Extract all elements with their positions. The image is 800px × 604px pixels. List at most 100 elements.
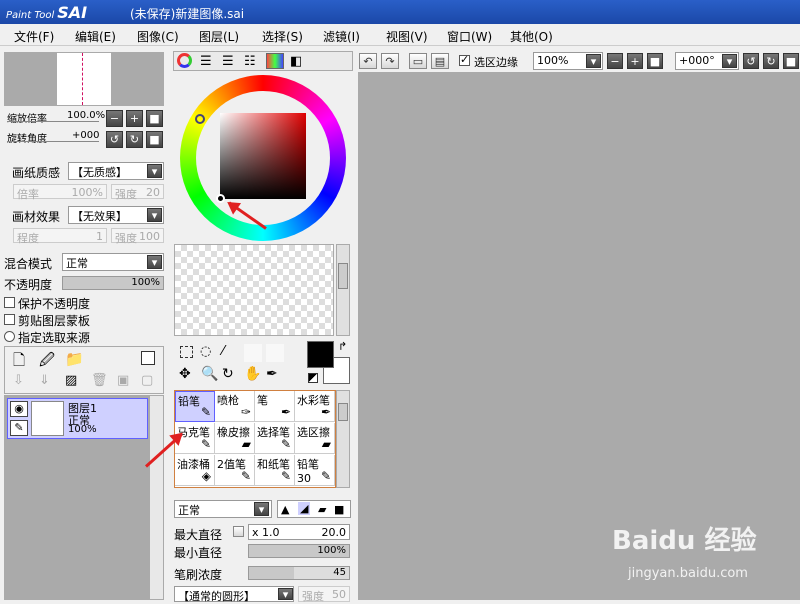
- scratchpad-tab-icon[interactable]: ◧: [290, 54, 302, 69]
- navigator-preview[interactable]: [4, 52, 164, 106]
- brush-edge-selector[interactable]: ▲ ◢ ▰ ■: [277, 500, 351, 518]
- selection-edge-checkbox[interactable]: ✓: [459, 53, 470, 66]
- eyedropper-icon[interactable]: ✒: [266, 366, 278, 382]
- zoom-rate-slider[interactable]: [7, 121, 99, 122]
- tool-select-pen[interactable]: 选择笔 ✎: [255, 423, 295, 454]
- hue-picker-handle[interactable]: [195, 114, 205, 124]
- nav-zoom-out-button[interactable]: −: [106, 110, 123, 127]
- scrollbar-thumb[interactable]: [338, 263, 348, 289]
- max-diameter-field[interactable]: x 1.0 20.0: [248, 524, 350, 540]
- tool-brush[interactable]: 笔 ✒: [255, 391, 295, 422]
- zoom-reset-button[interactable]: ■: [647, 53, 663, 69]
- color-wheel-tab-icon[interactable]: [177, 53, 192, 68]
- foreground-color-swatch[interactable]: [307, 341, 334, 368]
- min-diameter-slider[interactable]: 100%: [248, 544, 350, 558]
- layer-list[interactable]: ◉ ✎ 图层1 正常 100%: [4, 395, 164, 600]
- menu-filter[interactable]: 滤镜(I): [323, 28, 360, 45]
- swap-colors-icon[interactable]: ↱: [338, 340, 347, 353]
- rgb-slider-tab-icon[interactable]: ☰: [200, 54, 212, 69]
- hsv-slider-tab-icon[interactable]: ☰: [222, 54, 234, 69]
- menu-layer[interactable]: 图层(L): [199, 28, 239, 45]
- zoom-dropdown-button[interactable]: ▾: [586, 54, 601, 68]
- new-folder-icon[interactable]: 📁: [65, 350, 84, 368]
- mixer-tab-icon[interactable]: ☷: [244, 54, 256, 69]
- zoom-icon[interactable]: 🔍: [201, 366, 218, 382]
- new-layer-icon[interactable]: 🗋: [13, 350, 25, 375]
- menu-file[interactable]: 文件(F): [14, 28, 54, 45]
- empty-tool-slot: [266, 344, 284, 362]
- nav-rotate-right-button[interactable]: ↻: [126, 131, 143, 148]
- edge-hard-icon[interactable]: ▲: [281, 503, 289, 516]
- rotate-right-button[interactable]: ↻: [763, 53, 779, 69]
- tool-select-eraser[interactable]: 选区擦 ▰: [295, 423, 335, 454]
- opacity-slider[interactable]: 100%: [62, 276, 164, 290]
- effect-degree-field[interactable]: 程度 1: [13, 228, 107, 245]
- edge-flat-icon[interactable]: ■: [334, 503, 344, 516]
- nav-rotate-left-button[interactable]: ↺: [106, 131, 123, 148]
- rotate-reset-button[interactable]: ■: [783, 53, 799, 69]
- hand-icon[interactable]: ✋: [244, 366, 261, 382]
- paper-texture-dropdown[interactable]: ▾: [147, 164, 162, 178]
- blend-mode-dropdown[interactable]: ▾: [147, 255, 162, 269]
- magic-wand-icon[interactable]: ⁄: [222, 344, 224, 359]
- tool-bucket[interactable]: 油漆桶 ◈: [175, 455, 215, 486]
- menu-other[interactable]: 其他(O): [510, 28, 553, 45]
- brush-density-slider[interactable]: 45: [248, 566, 350, 580]
- brush-shape-dropdown[interactable]: ▾: [278, 588, 293, 601]
- paper-strength-field[interactable]: 强度 20: [111, 184, 164, 201]
- new-vector-layer-icon[interactable]: 🖉: [39, 350, 55, 375]
- zoom-out-button[interactable]: −: [607, 53, 623, 69]
- tool-palette-scrollbar[interactable]: [336, 390, 350, 488]
- sv-picker-handle[interactable]: [216, 194, 225, 203]
- saturation-value-square[interactable]: [220, 113, 306, 199]
- rotation-dropdown-button[interactable]: ▾: [722, 54, 737, 68]
- tool-pencil30[interactable]: 铅笔30 ✎: [295, 455, 335, 486]
- scrollbar-thumb[interactable]: [338, 403, 348, 421]
- swatch-tab-icon[interactable]: [266, 53, 284, 69]
- tool-washi-pen[interactable]: 和纸笔 ✎: [255, 455, 295, 486]
- tool-pencil[interactable]: 铅笔 ✎: [175, 391, 215, 422]
- undo-button[interactable]: ↶: [359, 53, 377, 69]
- paper-scale-field[interactable]: 倍率 100%: [13, 184, 107, 201]
- selection-source-radio[interactable]: [4, 331, 15, 342]
- clip-mask-checkbox[interactable]: [4, 314, 15, 325]
- rotate-angle-slider[interactable]: [7, 141, 99, 142]
- layer-item[interactable]: ◉ ✎ 图层1 正常 100%: [7, 398, 148, 439]
- effect-strength-field[interactable]: 强度 100: [111, 228, 164, 245]
- menu-view[interactable]: 视图(V): [386, 28, 428, 45]
- tool-watercolor[interactable]: 水彩笔 ✒: [295, 391, 335, 422]
- tool-eraser[interactable]: 橡皮擦 ▰: [215, 423, 255, 454]
- nav-zoom-in-button[interactable]: +: [126, 110, 143, 127]
- move-icon[interactable]: ✥: [179, 366, 191, 382]
- menu-image[interactable]: 图像(C): [137, 28, 179, 45]
- rotate-left-button[interactable]: ↺: [743, 53, 759, 69]
- rect-select-icon[interactable]: [180, 346, 193, 358]
- new-mask-icon[interactable]: [141, 351, 155, 365]
- deselect-button[interactable]: ▭: [409, 53, 427, 69]
- clear-layer-icon[interactable]: ▨: [65, 373, 77, 388]
- scratch-pad[interactable]: [174, 244, 334, 336]
- nav-zoom-reset-button[interactable]: ■: [146, 110, 163, 127]
- redo-button[interactable]: ↷: [381, 53, 399, 69]
- nav-rotate-reset-button[interactable]: ■: [146, 131, 163, 148]
- protect-opacity-checkbox[interactable]: [4, 297, 15, 308]
- lasso-icon[interactable]: ◌: [200, 344, 211, 359]
- eye-icon[interactable]: ◉: [10, 401, 28, 417]
- brush-mode-dropdown[interactable]: ▾: [254, 502, 269, 516]
- edge-soft-icon[interactable]: ▰: [318, 503, 326, 516]
- max-diameter-toggle[interactable]: [233, 526, 244, 537]
- rotate-tool-icon[interactable]: ↻: [222, 366, 234, 382]
- layer-scrollbar[interactable]: [150, 396, 163, 599]
- edge-medium-icon[interactable]: ◢: [298, 502, 311, 515]
- scratch-scrollbar[interactable]: [336, 244, 350, 336]
- reset-colors-icon[interactable]: [308, 373, 318, 383]
- select-layer-button[interactable]: ▤: [431, 53, 449, 69]
- zoom-in-button[interactable]: +: [627, 53, 643, 69]
- paper-effect-dropdown[interactable]: ▾: [147, 208, 162, 222]
- menu-window[interactable]: 窗口(W): [447, 28, 492, 45]
- tool-airbrush[interactable]: 喷枪 ✑: [215, 391, 255, 422]
- menu-edit[interactable]: 编辑(E): [75, 28, 116, 45]
- tool-binary-pen[interactable]: 2值笔 ✎: [215, 455, 255, 486]
- pencil-icon[interactable]: ✎: [10, 420, 28, 436]
- menu-select[interactable]: 选择(S): [262, 28, 303, 45]
